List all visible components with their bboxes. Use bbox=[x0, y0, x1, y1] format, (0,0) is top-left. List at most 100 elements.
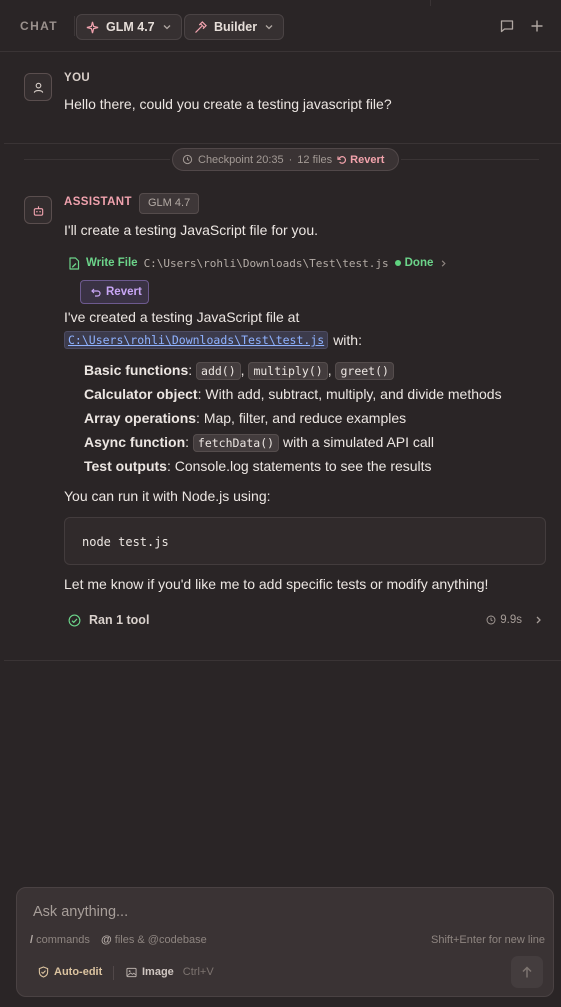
undo-icon bbox=[91, 288, 101, 297]
comma: , bbox=[327, 362, 332, 378]
chevron-right-icon bbox=[536, 616, 541, 624]
composer-divider bbox=[113, 966, 114, 980]
code-greet: greet() bbox=[335, 362, 394, 380]
history-icon bbox=[182, 154, 193, 165]
user-avatar bbox=[24, 73, 52, 101]
feature-title: Basic functions bbox=[84, 362, 189, 378]
chevron-down-icon bbox=[163, 25, 171, 30]
message-composer: / commands @ files & @codebase Shift+Ent… bbox=[16, 887, 554, 997]
image-label: Image bbox=[142, 966, 174, 978]
write-file-tool-row[interactable]: Write File C:\Users\rohli\Downloads\Test… bbox=[68, 255, 448, 271]
checkpoint-line-left bbox=[24, 159, 170, 160]
user-icon bbox=[33, 82, 43, 93]
feature-item-async: Async function: fetchData() with a simul… bbox=[84, 434, 434, 452]
section-divider bbox=[4, 143, 561, 144]
hammer-icon bbox=[195, 20, 207, 33]
created-path-line: C:\Users\rohli\Downloads\Test\test.js wi… bbox=[64, 331, 362, 349]
commands-hint: / commands bbox=[30, 934, 90, 946]
code-block: node test.js bbox=[64, 517, 546, 565]
feature-text: : Map, filter, and reduce examples bbox=[196, 410, 407, 426]
checkpoint-pill: Checkpoint 20:35 · 12 files Revert bbox=[172, 148, 399, 171]
feature-title: Calculator object bbox=[84, 386, 198, 402]
checkpoint-line-right bbox=[401, 159, 539, 160]
rotate-ccw-icon bbox=[337, 155, 347, 164]
header-divider bbox=[430, 0, 431, 6]
revert-file-button[interactable]: Revert bbox=[80, 280, 149, 304]
bot-icon bbox=[33, 205, 43, 216]
auto-edit-label: Auto-edit bbox=[54, 966, 103, 978]
arrow-up-icon bbox=[522, 965, 532, 977]
plus-icon bbox=[531, 20, 543, 32]
feature-colon: : bbox=[188, 362, 193, 378]
code-multiply: multiply() bbox=[248, 362, 328, 380]
comma: , bbox=[240, 362, 245, 378]
mentions-hint-label: files & @codebase bbox=[114, 934, 207, 946]
auto-edit-toggle[interactable]: Auto-edit bbox=[38, 966, 102, 978]
checkpoint-files: 12 files bbox=[297, 153, 333, 166]
check-circle-icon bbox=[68, 614, 81, 626]
write-file-label: Write File bbox=[86, 257, 138, 269]
clock-icon bbox=[486, 615, 496, 625]
mode-label: Builder bbox=[214, 20, 258, 34]
code-block-text: node test.js bbox=[82, 535, 169, 549]
feature-item-basic-functions: Basic functions: add(), multiply(), gree… bbox=[84, 362, 394, 380]
image-icon bbox=[126, 967, 137, 977]
image-attach-button[interactable]: Image Ctrl+V bbox=[126, 966, 214, 978]
send-button[interactable] bbox=[511, 956, 543, 988]
write-file-path: C:\Users\rohli\Downloads\Test\test.js bbox=[143, 256, 389, 270]
checkpoint-revert-label: Revert bbox=[350, 153, 385, 166]
message-input[interactable] bbox=[33, 902, 513, 922]
file-write-icon bbox=[69, 256, 80, 270]
feature-text: with a simulated API call bbox=[282, 434, 434, 450]
duration: 9.9s bbox=[486, 614, 544, 626]
user-message-text: Hello there, could you create a testing … bbox=[64, 96, 392, 112]
created-suffix-text: with: bbox=[333, 332, 362, 348]
mode-selector[interactable]: Builder bbox=[184, 14, 285, 40]
header-separator bbox=[74, 16, 75, 36]
checkpoint-revert-button[interactable]: Revert bbox=[337, 154, 384, 166]
new-chat-button[interactable] bbox=[528, 17, 546, 35]
chat-history-button[interactable] bbox=[498, 17, 516, 35]
created-file-link[interactable]: C:\Users\rohli\Downloads\Test\test.js bbox=[64, 331, 329, 349]
commands-hint-label: commands bbox=[36, 934, 90, 946]
run-prompt-text: You can run it with Node.js using: bbox=[64, 488, 271, 504]
created-prefix-text: I've created a testing JavaScript file a… bbox=[64, 309, 300, 325]
feature-colon: : bbox=[185, 434, 190, 450]
status-dot-icon bbox=[394, 260, 401, 266]
feature-title: Array operations bbox=[84, 410, 197, 426]
slash-key: / bbox=[30, 934, 34, 946]
feature-title: Async function bbox=[84, 434, 186, 450]
assistant-role-label: ASSISTANT bbox=[64, 196, 132, 208]
code-fetchdata: fetchData() bbox=[192, 434, 280, 452]
newline-hint: Shift+Enter for new line bbox=[431, 934, 546, 946]
duration-value: 9.9s bbox=[500, 614, 522, 626]
shield-check-icon bbox=[38, 966, 49, 978]
image-shortcut: Ctrl+V bbox=[182, 966, 214, 978]
sparkle-icon bbox=[86, 21, 99, 33]
chevron-down-icon bbox=[265, 25, 273, 30]
model-label: GLM 4.7 bbox=[106, 20, 155, 34]
closing-text: Let me know if you'd like me to add spec… bbox=[64, 576, 489, 592]
model-badge: GLM 4.7 bbox=[139, 193, 200, 214]
feature-text: : With add, subtract, multiply, and divi… bbox=[197, 386, 502, 402]
user-role-label: YOU bbox=[64, 72, 91, 84]
ran-tools-row[interactable]: Ran 1 tool 9.9s bbox=[68, 612, 544, 628]
feature-text: : Console.log statements to see the resu… bbox=[166, 458, 432, 474]
assistant-avatar bbox=[24, 196, 52, 224]
assistant-intro-text: I'll create a testing JavaScript file fo… bbox=[64, 222, 319, 238]
ran-tools-label: Ran 1 tool bbox=[89, 613, 150, 627]
feature-item-test-outputs: Test outputs: Console.log statements to … bbox=[84, 458, 432, 474]
feature-title: Test outputs bbox=[84, 458, 167, 474]
chevron-right-icon bbox=[442, 259, 447, 267]
checkpoint-time: Checkpoint 20:35 bbox=[198, 153, 284, 166]
feature-item-calculator: Calculator object: With add, subtract, m… bbox=[84, 386, 502, 402]
model-selector[interactable]: GLM 4.7 bbox=[76, 14, 182, 40]
chat-header: CHAT GLM 4.7 Builder bbox=[0, 0, 561, 52]
mentions-hint: @ files & @codebase bbox=[101, 934, 207, 946]
message-square-icon bbox=[500, 20, 514, 33]
at-key: @ bbox=[101, 934, 112, 946]
revert-file-label: Revert bbox=[106, 286, 142, 298]
chat-title: CHAT bbox=[20, 19, 59, 33]
write-file-status-label: Done bbox=[404, 257, 434, 269]
checkpoint-separator: · bbox=[288, 153, 293, 166]
